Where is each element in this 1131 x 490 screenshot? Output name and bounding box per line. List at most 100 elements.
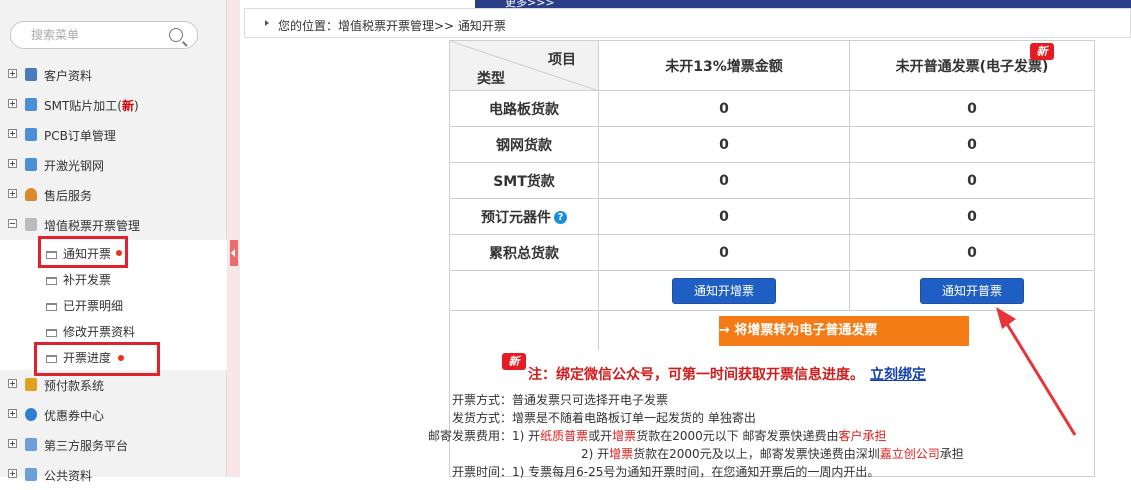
sub-item-reissue[interactable]: 补开发票 [0,266,227,292]
convert-to-electronic-button[interactable]: → 将增票转为电子普通发票 [719,315,969,346]
row-label: 累积总货款 [449,234,599,271]
arrow-head [996,307,1016,329]
column-header-normal: 未开普通发票(电子发票) 新 [849,40,1095,91]
window-icon [25,468,37,481]
info-value: 纸质普票 [540,429,589,443]
user-card-icon [25,68,37,81]
notify-vat-invoice-button[interactable]: 通知开增票 [672,277,776,304]
help-icon[interactable]: ? [554,211,567,224]
empty-cell [449,310,599,351]
annotation-arrow [996,307,1077,436]
expand-icon[interactable] [8,129,17,138]
collapse-icon[interactable] [8,219,17,228]
info-key: 开票方式： [451,393,512,407]
info-key: 邮寄发票费用： [427,429,512,443]
window-icon [25,438,37,451]
sidebar-item-stencil[interactable]: 开激光钢网 [0,150,227,180]
sidebar-item-label: 预付款系统 [44,379,105,393]
vat-amount: 0 [598,126,850,163]
expand-icon[interactable] [8,379,17,388]
coins-icon [25,378,37,391]
info-value: 客户承担 [838,429,887,443]
sidebar-item-third-party[interactable]: 第三方服务平台 [0,430,227,460]
info-key: 开票时间： [451,465,512,479]
new-badge: 新 [502,353,526,370]
search-icon[interactable] [169,28,183,42]
table-row: 钢网货款 0 0 [449,126,1095,163]
wechat-notice: 注：绑定微信公众号，可第一时间获取开票信息进度。 立刻绑定 [528,364,926,384]
sidebar-item-prepay[interactable]: 预付款系统 [0,370,227,400]
expand-icon[interactable] [8,69,17,78]
doc-icon [46,277,57,285]
sidebar-item-label: 公共资料 [44,469,93,483]
corner-label-item: 项目 [548,52,576,68]
sidebar-item-label: 开激光钢网 [44,159,105,173]
bind-now-link[interactable]: 立刻绑定 [870,367,926,383]
menu-search-input[interactable] [31,28,161,42]
empty-cell [449,270,599,311]
normal-amount: 0 [849,162,1095,199]
info-value: 增票 [612,429,637,443]
vat-amount: 0 [598,162,850,199]
sidebar-item-label: PCB订单管理 [44,129,116,143]
column-header-vat: 未开13%增票金额 [598,40,850,91]
sub-item-edit-info[interactable]: 修改开票资料 [0,318,227,344]
normal-amount: 0 [849,234,1095,271]
board-icon [25,128,37,141]
sidebar-item-label: 第三方服务平台 [44,439,129,453]
sidebar-item-customer[interactable]: 客户资料 [0,60,227,90]
expand-icon[interactable] [8,99,17,108]
column-header-label: 未开普通发票(电子发票) [895,58,1049,75]
sidebar-item-public[interactable]: 公共资料 [0,460,227,490]
breadcrumb-text: 您的位置：增值税票开票管理>> 通知开票 [278,19,506,33]
info-line-time: 开票时间：1) 专票每月6-25号为通知开票时间，在您通知开票后的一周内开出。 [424,463,879,480]
info-line-postage: 邮寄发票费用：1) 开纸质普票或开增票货款在2000元以下 邮寄发票快递费由客户… [424,427,887,444]
sidebar-item-pcb[interactable]: PCB订单管理 [0,120,227,150]
sidebar-item-aftersale[interactable]: 售后服务 [0,180,227,210]
expand-icon[interactable] [8,189,17,198]
row-label: SMT货款 [449,162,599,199]
info-line-postage-2: 2) 开增票货款在2000元及以上，邮寄发票快递费由深圳嘉立创公司承担 [581,445,964,462]
notice-text: 注：绑定微信公众号，可第一时间获取开票信息进度。 [528,367,864,383]
table-row: 累积总货款 0 0 [449,234,1095,271]
sidebar-item-label: 客户资料 [44,69,93,83]
info-value: 增票是不随着电路板订单一起发货的 单独寄出 [512,411,756,425]
sub-item-label: 已开票明细 [63,299,124,313]
info-value: 普通发票只可选择开电子发票 [512,393,669,407]
vat-amount: 0 [598,234,850,271]
notify-normal-invoice-button[interactable]: 通知开普票 [920,277,1024,304]
arrow-shaft [1002,318,1077,436]
row-label: 预订元器件? [449,198,599,235]
corner-label-type: 类型 [477,71,505,87]
info-value: 或开 [588,429,613,443]
expand-icon[interactable] [8,159,17,168]
table-row: 电路板货款 0 0 [449,90,1095,127]
breadcrumb: 您的位置：增值税票开票管理>> 通知开票 [244,8,1131,38]
table-row: SMT货款 0 0 [449,162,1095,199]
person-icon [25,188,37,201]
sidebar-splitter [227,0,240,477]
sub-item-issued-details[interactable]: 已开票明细 [0,292,227,318]
collapse-sidebar-button[interactable] [230,240,238,266]
diagonal-line [450,41,599,91]
menu-search [10,21,198,49]
vat-button-cell: 通知开增票 [598,270,850,311]
sidebar-item-label: SMT贴片加工(新) [44,99,139,113]
info-value: 增票 [609,447,634,461]
expand-icon[interactable] [8,439,17,448]
normal-amount: 0 [849,90,1095,127]
sidebar-item-label: 优惠券中心 [44,409,105,423]
info-value: 货款在2000元以下 邮寄发票快递费由 [636,429,839,443]
info-value: 货款在2000元及以上，邮寄发票快递费由深圳 [633,447,880,461]
info-value: 嘉立创公司 [879,447,940,461]
expand-icon[interactable] [8,409,17,418]
vat-amount: 0 [598,198,850,235]
info-value: 1) 开 [512,429,541,443]
top-banner: 更多>>> [475,0,1131,9]
sidebar-item-label: 增值税票开票管理 [44,219,141,233]
sidebar-item-smt[interactable]: SMT贴片加工(新) [0,90,227,120]
table-corner-header: 项目 类型 [449,40,599,91]
sidebar-item-coupons[interactable]: 优惠券中心 [0,400,227,430]
info-line-shipping: 发货方式：增票是不随着电路板订单一起发货的 单独寄出 [424,409,756,426]
sub-item-label: 修改开票资料 [63,325,136,339]
